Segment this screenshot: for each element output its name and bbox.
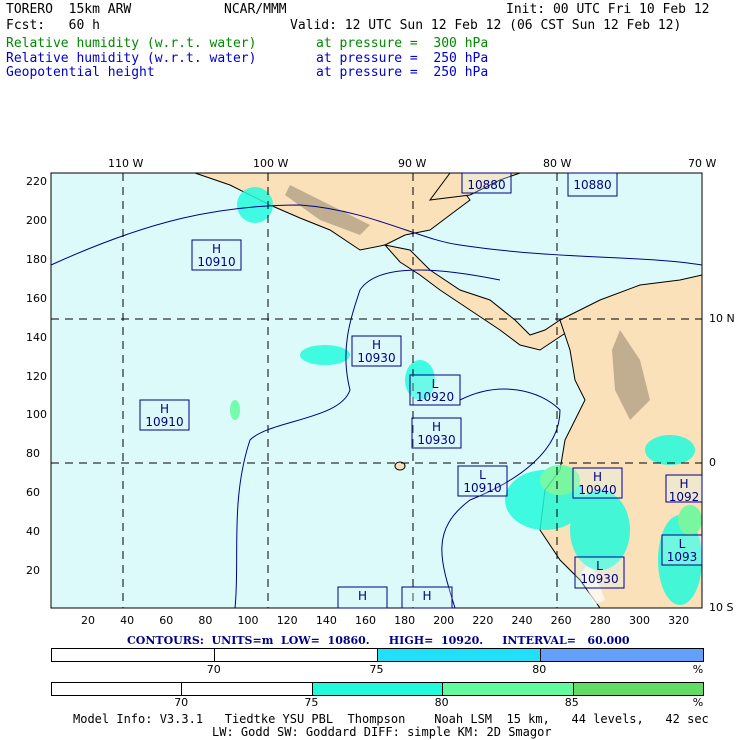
colorbar-tick: 80 — [434, 696, 449, 709]
y-tick-label: 60 — [26, 486, 40, 500]
field-rh-300: Relative humidity (w.r.t. water) — [6, 36, 257, 51]
lat-label: 10 S — [709, 601, 734, 614]
center-value: 10940 — [578, 483, 616, 497]
center-value: 1093 — [667, 550, 698, 564]
lat-label: 10 N — [709, 312, 735, 325]
x-tick-label: 220 — [472, 614, 494, 627]
x-tick-label: 20 — [81, 614, 95, 627]
center-value: 10880 — [573, 178, 611, 192]
colorbar-segment — [443, 683, 574, 695]
organization: NCAR/MMM — [224, 2, 287, 17]
center-value: 10910 — [197, 255, 235, 269]
x-tick-label: 180 — [394, 614, 416, 627]
center-value: 10880 — [467, 178, 505, 192]
field-rh-250-level: at pressure = 250 hPa — [316, 51, 489, 66]
colorbar-tick: 80 — [532, 663, 547, 676]
colorbar-tick: 70 — [174, 696, 189, 709]
center-type: H — [593, 470, 602, 484]
colorbar-segment — [312, 683, 444, 695]
contour-info: CONTOURS: UNITS=m LOW= 10860. HIGH= 1092… — [127, 634, 630, 647]
field-rh-300-level: at pressure = 300 hPa — [316, 36, 489, 51]
center-value: 10910 — [145, 415, 183, 429]
x-tick-label: 280 — [589, 614, 611, 627]
center-value: 10910 — [463, 481, 501, 495]
x-tick-label: 80 — [198, 614, 213, 627]
physics-info: LW: Godd SW: Goddard DIFF: simple KM: 2D… — [212, 725, 552, 739]
center-type: H — [679, 477, 688, 491]
colorbar-segment — [182, 683, 313, 695]
center-value: 10930 — [580, 572, 618, 586]
center-type: H — [160, 402, 169, 416]
colorbar-tick: 85 — [564, 696, 579, 709]
y-tick-label: 180 — [26, 252, 47, 266]
model-name: TORERO 15km ARW — [6, 2, 132, 17]
center-type: L — [479, 468, 486, 482]
colorbar-rh-300 — [51, 682, 704, 696]
field-height-level: at pressure = 250 hPa — [316, 65, 489, 80]
x-tick-label: 320 — [668, 614, 690, 627]
center-type: L — [679, 537, 686, 551]
lon-label: 70 W — [688, 157, 717, 170]
colorbar-tick: 75 — [369, 663, 384, 676]
y-tick-label: 80 — [26, 447, 40, 461]
colorbar-segment — [52, 649, 215, 661]
forecast-hour: Fcst: 60 h — [6, 18, 100, 33]
y-tick-label: 120 — [26, 369, 47, 383]
init-time: Init: 00 UTC Fri 10 Feb 12 — [506, 2, 710, 17]
y-tick-label: 40 — [26, 525, 40, 539]
lon-label: 80 W — [543, 157, 572, 170]
colorbar-segment — [541, 649, 703, 661]
model-info: Model Info: V3.3.1 Tiedtke YSU PBL Thomp… — [73, 712, 709, 726]
center-type: H — [358, 589, 367, 603]
valid-time: Valid: 12 UTC Sun 12 Feb 12 (06 CST Sun … — [290, 18, 682, 33]
x-tick-label: 300 — [628, 614, 650, 627]
center-value: 10920 — [416, 390, 454, 404]
x-tick-label: 40 — [120, 614, 135, 627]
y-tick-label: 140 — [26, 330, 47, 344]
weather-map: 10880 10880H10910H10930L10920H10910 H10930… — [50, 172, 703, 609]
x-tick-label: 120 — [276, 614, 298, 627]
x-tick-label: 160 — [354, 614, 376, 627]
colorbar-tick: % — [692, 696, 704, 709]
y-tick-label: 100 — [26, 408, 47, 422]
y-tick-label: 160 — [26, 291, 47, 305]
center-type: H — [372, 338, 381, 352]
colorbar-segment — [378, 649, 541, 661]
field-rh-250: Relative humidity (w.r.t. water) — [6, 51, 257, 66]
center-value: 1092 — [669, 490, 700, 504]
colorbar-rh-250 — [51, 648, 704, 662]
x-tick-label: 240 — [511, 614, 533, 627]
lon-label: 100 W — [253, 157, 289, 170]
x-tick-label: 60 — [159, 614, 174, 627]
center-type: L — [432, 377, 439, 391]
colorbar-segment — [573, 683, 704, 695]
lon-label: 90 W — [398, 157, 427, 170]
colorbar-tick: 75 — [304, 696, 319, 709]
x-tick-label: 260 — [550, 614, 572, 627]
y-tick-label: 20 — [26, 564, 40, 577]
center-value: 10930 — [357, 351, 395, 365]
y-tick-label: 220 — [26, 175, 47, 188]
center-type: H — [432, 420, 441, 434]
center-type: H — [212, 242, 221, 256]
x-tick-label: 140 — [315, 614, 337, 627]
colorbar-segment — [52, 683, 183, 695]
x-tick-label: 200 — [433, 614, 455, 627]
center-type: L — [596, 559, 603, 573]
x-tick-label: 100 — [237, 614, 259, 627]
center-value: 10930 — [417, 433, 455, 447]
colorbar-segment — [215, 649, 378, 661]
lon-label: 110 W — [108, 157, 144, 170]
center-type: H — [422, 589, 431, 603]
field-height: Geopotential height — [6, 65, 155, 80]
colorbar-tick: % — [692, 663, 704, 676]
y-tick-label: 200 — [26, 213, 47, 227]
colorbar-tick: 70 — [206, 663, 221, 676]
lat-label: 0 — [709, 456, 716, 469]
